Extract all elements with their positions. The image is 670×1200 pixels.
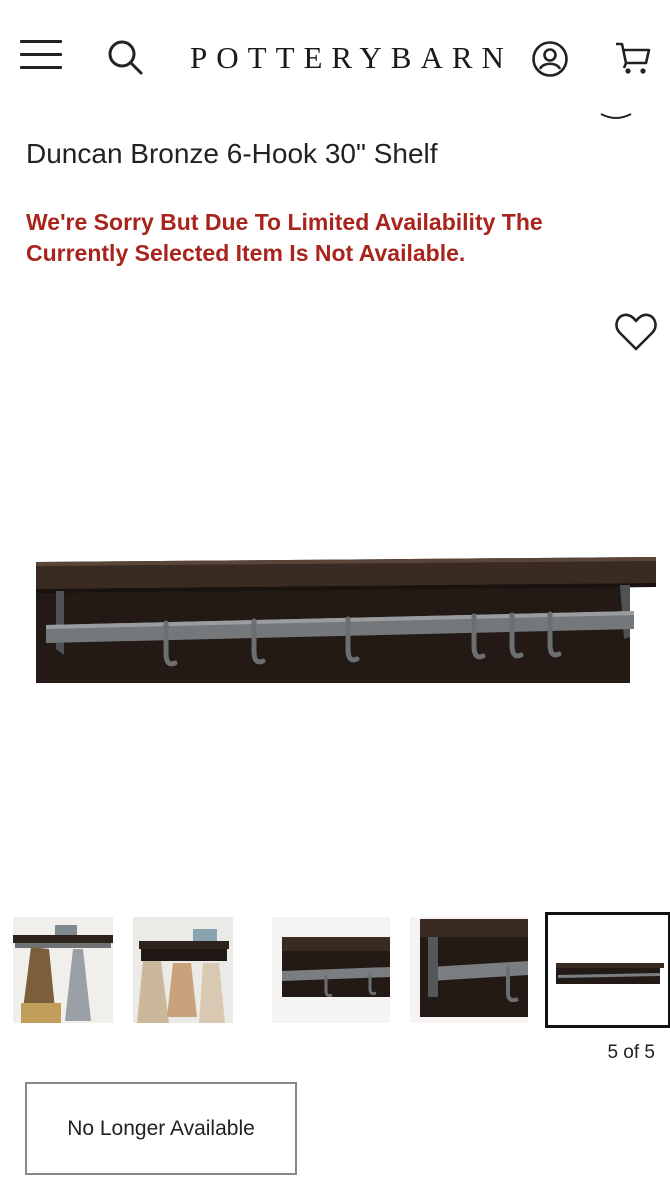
thumbnail-3[interactable] — [272, 917, 390, 1023]
image-thumbnail-strip — [0, 912, 670, 1032]
cart-icon[interactable] — [614, 40, 652, 76]
thumbnail-1[interactable] — [13, 917, 113, 1023]
thumbnail-5-selected[interactable] — [545, 912, 670, 1028]
favorite-heart-icon[interactable] — [614, 312, 658, 352]
product-title: Duncan Bronze 6-Hook 30" Shelf — [26, 138, 438, 169]
top-header: POTTERYBARN — [0, 0, 670, 119]
availability-notice: We're Sorry But Due To Limited Availabil… — [26, 209, 543, 266]
account-icon[interactable] — [531, 40, 569, 78]
product-main-image[interactable] — [28, 545, 670, 690]
search-icon[interactable] — [106, 38, 144, 76]
collapse-indicator-icon — [600, 108, 632, 119]
no-longer-available-button[interactable]: No Longer Available — [25, 1082, 297, 1175]
thumbnail-4[interactable] — [410, 917, 528, 1023]
brand-logo[interactable]: POTTERYBARN — [190, 40, 504, 80]
gallery-counter: 5 of 5 — [607, 1042, 655, 1063]
menu-icon[interactable] — [20, 40, 62, 70]
thumbnail-2[interactable] — [133, 917, 233, 1023]
